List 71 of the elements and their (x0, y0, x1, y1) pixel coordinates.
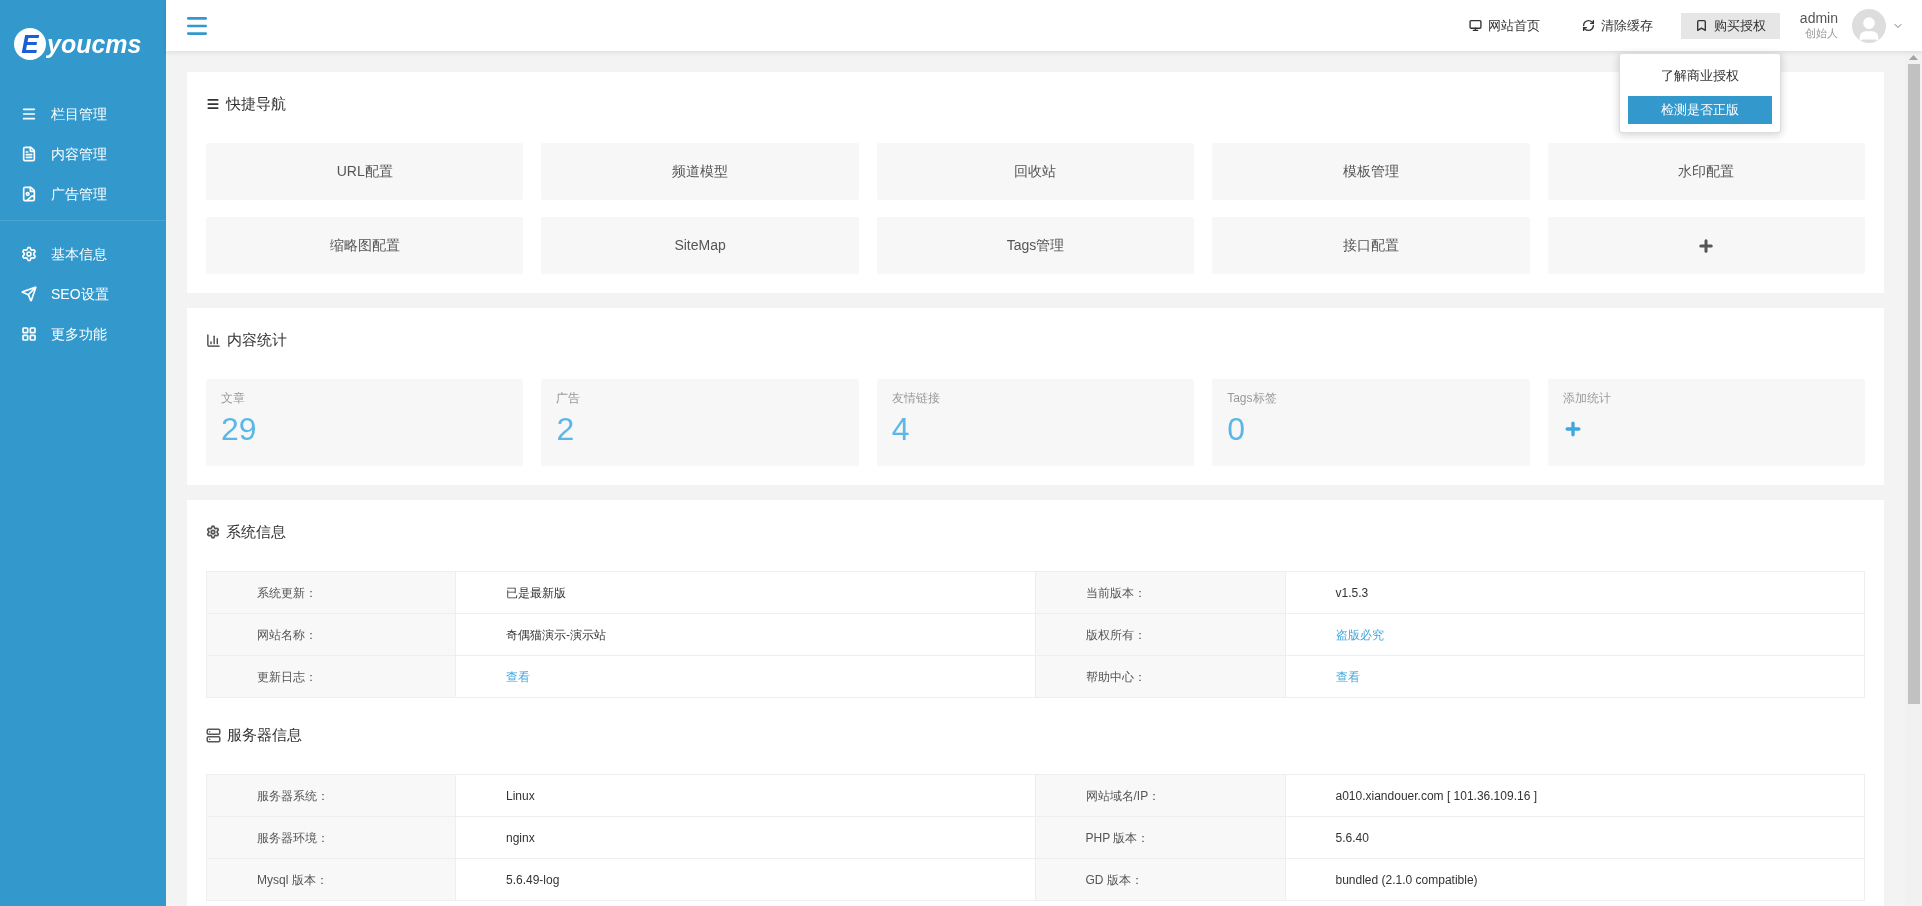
section-title: 系统信息 (226, 521, 286, 542)
stat-label: 友情链接 (891, 390, 940, 407)
sidebar-item[interactable]: 栏目管理 (0, 94, 166, 134)
label-cell: GD 版本： (1034, 859, 1285, 900)
label-cell: 系统更新： (207, 572, 455, 613)
grid-icon (21, 326, 37, 342)
label-cell: 当前版本： (1034, 572, 1285, 613)
stat-label: 添加统计 (1562, 390, 1611, 407)
stat-tile[interactable]: 友情链接 4 (876, 379, 1195, 466)
sidebar-item[interactable]: 基本信息 (0, 234, 166, 274)
section-title: 内容统计 (227, 329, 287, 350)
shortcut-button[interactable]: 接口配置 (1212, 217, 1530, 274)
gear-icon (206, 525, 220, 539)
monitor-icon (1468, 19, 1482, 32)
dropdown-item[interactable]: 了解商业授权 (1627, 61, 1772, 90)
scroll-thumb[interactable] (1907, 64, 1920, 704)
stat-tile[interactable]: 文章 29 (206, 379, 524, 466)
list-icon (206, 97, 220, 111)
add-shortcut-button[interactable] (1547, 217, 1865, 274)
sidebar-item[interactable]: 更多功能 (0, 314, 166, 354)
list-icon (21, 106, 37, 122)
avatar[interactable] (1852, 8, 1886, 43)
stat-value: 29 (221, 413, 257, 445)
label-cell: 更新日志： (207, 656, 455, 697)
label-cell: 版权所有： (1034, 614, 1285, 655)
scroll-up-icon[interactable] (1909, 55, 1918, 60)
paper-plane-icon (21, 286, 37, 302)
sidebar-item[interactable]: 广告管理 (0, 174, 166, 214)
section-title: 服务器信息 (227, 724, 302, 745)
stat-tile[interactable]: Tags标签 0 (1212, 379, 1530, 466)
stat-label: 广告 (556, 390, 581, 407)
label-cell: 服务器系统： (207, 775, 455, 816)
user-name: admin (1799, 9, 1838, 28)
label-cell: PHP 版本： (1034, 817, 1285, 858)
shortcut-button[interactable]: 回收站 (876, 143, 1195, 200)
header-link[interactable]: 网站首页 (1454, 12, 1554, 39)
header-link[interactable]: 清除缓存 (1567, 12, 1667, 39)
document-icon (21, 146, 37, 162)
sidebar-item[interactable]: 内容管理 (0, 134, 166, 174)
shortcut-button[interactable]: Tags管理 (876, 217, 1195, 274)
dropdown-item[interactable]: 检测是否正版 (1627, 95, 1772, 124)
shortcut-button[interactable]: SiteMap (541, 217, 859, 274)
stat-value: 4 (891, 413, 910, 445)
gear-icon (21, 246, 37, 262)
user-role: 创始人 (1805, 27, 1838, 42)
section-title: 快捷导航 (226, 93, 286, 114)
bookmark-icon (1694, 19, 1708, 32)
bar-chart-icon (206, 332, 221, 348)
shortcut-button[interactable]: URL配置 (206, 143, 524, 200)
server-icon (206, 727, 221, 743)
label-cell: 服务器环境： (207, 817, 455, 858)
logo[interactable]: E youcms (14, 28, 142, 60)
refresh-icon (1581, 19, 1595, 32)
label-cell: 网站域名/IP： (1034, 775, 1285, 816)
shortcut-button[interactable]: 缩略图配置 (206, 217, 524, 274)
stat-tile[interactable]: 广告 2 (541, 379, 859, 466)
shortcut-button[interactable]: 频道模型 (541, 143, 859, 200)
header-link[interactable]: 购买授权 (1680, 12, 1780, 39)
label-cell: 帮助中心： (1034, 656, 1285, 697)
shortcut-button[interactable]: 模板管理 (1212, 143, 1530, 200)
image-icon (21, 186, 37, 202)
stat-value: 0 (1227, 413, 1245, 445)
label-cell: Mysql 版本： (207, 859, 455, 900)
shortcut-button[interactable]: 水印配置 (1547, 143, 1865, 200)
stat-tile[interactable]: 添加统计 (1547, 379, 1865, 466)
stat-label: 文章 (221, 390, 245, 407)
stat-label: Tags标签 (1227, 390, 1277, 407)
label-cell: 网站名称： (207, 614, 455, 655)
stat-value: 2 (556, 413, 575, 445)
sidebar-item[interactable]: SEO设置 (0, 274, 166, 314)
plus-icon (1697, 236, 1716, 255)
